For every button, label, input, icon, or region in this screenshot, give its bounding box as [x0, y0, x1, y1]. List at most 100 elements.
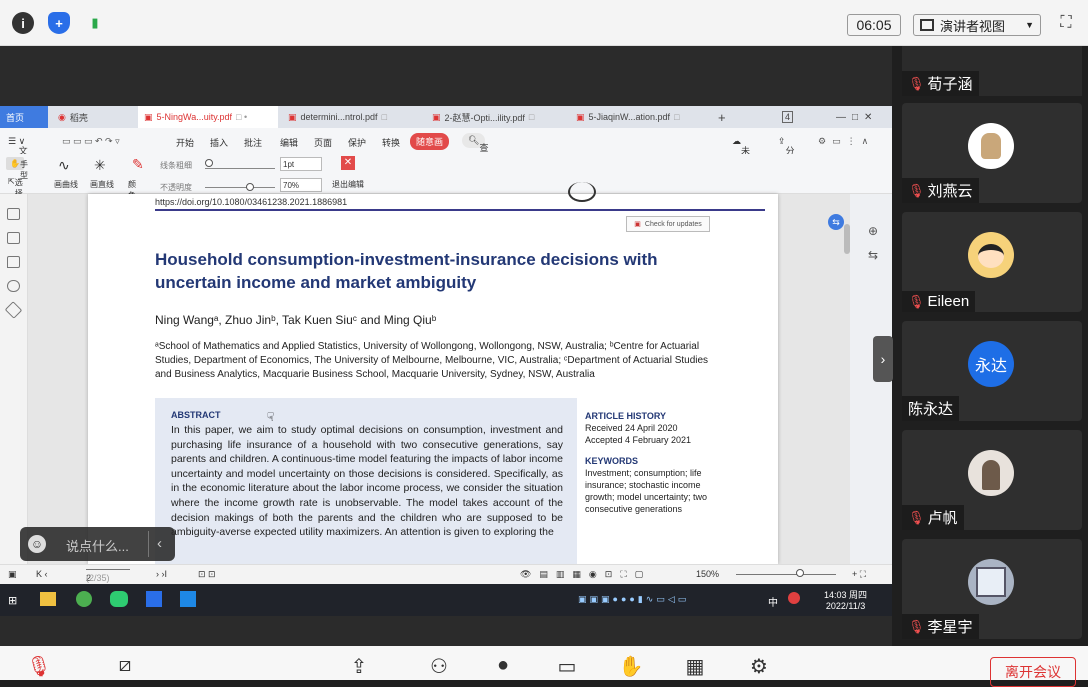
- signature-icon[interactable]: [4, 301, 23, 319]
- mic-off-icon[interactable]: 🎙︎: [26, 654, 52, 680]
- keywords-heading: KEYWORDS: [585, 456, 639, 466]
- explorer-icon[interactable]: [40, 592, 56, 606]
- zoom-in-icon[interactable]: + ⛶: [852, 569, 866, 580]
- tab-pdf-1[interactable]: ▣ 5-NingWa...uity.pdf □ •: [138, 106, 278, 128]
- menu-file[interactable]: ☰ 文件 ∨: [8, 136, 28, 169]
- translate-icon[interactable]: ⇆: [828, 214, 844, 230]
- info-icon[interactable]: i: [12, 12, 34, 34]
- wps-icon[interactable]: [146, 591, 162, 607]
- participant-tile[interactable]: 🎙︎ 荀子涵: [902, 46, 1082, 96]
- participants-icon[interactable]: ●: [490, 654, 516, 680]
- participant-tile[interactable]: 🎙︎ 李星宇: [902, 539, 1082, 639]
- color-tool[interactable]: 颜色·: [128, 179, 136, 200]
- attachment-icon[interactable]: [7, 280, 20, 292]
- doi-link[interactable]: https://doi.org/10.1080/03461238.2021.18…: [155, 197, 347, 207]
- hand-tool[interactable]: ✋ 手型: [6, 157, 28, 180]
- opacity-value[interactable]: 70%: [280, 178, 322, 192]
- translate-side-icon[interactable]: ⇆: [868, 248, 878, 262]
- menu-start[interactable]: 开始: [176, 136, 194, 149]
- signal-icon[interactable]: ▮: [84, 12, 106, 34]
- tab-pdf-3[interactable]: ▣ 2-赵慧-Opti...ility.pdf □: [426, 106, 566, 128]
- chat-icon[interactable]: ▭: [554, 654, 580, 680]
- exit-edit-button[interactable]: 退出编辑: [332, 179, 364, 190]
- chat-input[interactable]: ☺ 说点什么... ‹: [20, 527, 175, 561]
- tab-docer[interactable]: ◉ 稻壳: [52, 106, 94, 128]
- participant-tile[interactable]: 🎙︎ 刘燕云: [902, 103, 1082, 203]
- slider-knob[interactable]: [796, 569, 804, 577]
- thumbnail-icon[interactable]: [7, 232, 20, 244]
- more-tools[interactable]: ⚙▭⋮∧: [818, 136, 874, 147]
- tab-home[interactable]: 首页: [0, 106, 48, 128]
- participant-tile[interactable]: 永达 陈永达: [902, 321, 1082, 421]
- fullscreen-icon[interactable]: ⛶: [1055, 14, 1077, 36]
- abstract-heading: ABSTRACT: [171, 410, 221, 420]
- view-mode-select[interactable]: 演讲者视图 ▼: [913, 14, 1041, 36]
- menu-page[interactable]: 页面: [314, 136, 332, 149]
- menu-convert[interactable]: 转换: [382, 136, 400, 149]
- search-button[interactable]: 🔍︎ 查找: [462, 133, 488, 166]
- invite-icon[interactable]: ⚇: [426, 654, 452, 680]
- browser-icon[interactable]: [76, 591, 92, 607]
- participant-name: 🎙︎ 荀子涵: [902, 71, 979, 96]
- zoom-level[interactable]: 150%: [696, 569, 719, 579]
- menu-insert[interactable]: 插入: [210, 136, 228, 149]
- meeting-app-icon[interactable]: [180, 591, 196, 607]
- share-screen-icon[interactable]: ⇪: [346, 654, 372, 680]
- participant-name: 🎙︎ 李星宇: [902, 614, 979, 639]
- avatar: [968, 559, 1014, 605]
- slider-knob[interactable]: [246, 183, 254, 191]
- ime-indicator[interactable]: 中: [768, 594, 778, 609]
- thickness-value[interactable]: 1pt: [280, 157, 322, 171]
- participant-tile[interactable]: 🎙︎ Eileen: [902, 212, 1082, 312]
- close-icon[interactable]: ✕: [341, 156, 355, 170]
- quick-tools[interactable]: ▭ ▭ ▭ ↶ ↷ ▿: [62, 136, 120, 147]
- slider-knob[interactable]: [205, 159, 213, 167]
- collapse-panel-button[interactable]: ›: [873, 336, 893, 382]
- camera-off-icon[interactable]: ⧄: [112, 654, 138, 680]
- participant-name: 🎙︎ 刘燕云: [902, 178, 979, 203]
- comment-icon[interactable]: [7, 256, 20, 268]
- raise-hand-icon[interactable]: ✋: [618, 654, 644, 680]
- start-icon[interactable]: ⊞: [8, 594, 17, 607]
- curve-tool[interactable]: 画曲线: [54, 179, 78, 190]
- new-tab-button[interactable]: +: [712, 106, 732, 128]
- page-input[interactable]: 2 (2/35): [86, 569, 130, 583]
- sync-status[interactable]: ☁ 未同步: [732, 136, 750, 182]
- menu-edit[interactable]: 编辑: [280, 136, 298, 149]
- next-page-icon[interactable]: › ›I: [156, 569, 167, 579]
- menu-annotate[interactable]: 批注: [244, 136, 262, 149]
- tab-pdf-2[interactable]: ▣ determini...ntrol.pdf □: [282, 106, 422, 128]
- chevron-left-icon[interactable]: ‹: [148, 531, 162, 557]
- bookmark-icon[interactable]: [7, 208, 20, 220]
- zoom-slider[interactable]: [736, 574, 836, 575]
- leave-meeting-button[interactable]: 离开会议: [990, 657, 1076, 687]
- select-tool[interactable]: ⇱ 选择: [8, 177, 23, 198]
- tab-count[interactable]: 4: [776, 106, 799, 128]
- view-mode-icons[interactable]: 👁︎▤▥▦◉⊡⛶▢: [520, 569, 651, 580]
- clock-date: 2022/11/3: [825, 601, 866, 611]
- system-clock[interactable]: 14:03 周四 2022/11/3: [824, 590, 867, 612]
- apps-icon[interactable]: ▦: [682, 654, 708, 680]
- window-controls[interactable]: —□✕: [830, 106, 884, 128]
- tray-icons[interactable]: ▣▣▣●●●▮∿▭◁▭: [578, 594, 689, 605]
- sidebar-toggle-icon[interactable]: ▣: [8, 569, 17, 580]
- draw-mode-pill[interactable]: 随意画: [410, 133, 450, 150]
- tab-pdf-4[interactable]: ▣ 5-JiaqinW...ation.pdf □: [570, 106, 710, 128]
- first-page-icon[interactable]: K ‹: [36, 569, 48, 579]
- zoom-icon[interactable]: ⊕: [868, 224, 878, 238]
- participant-tile[interactable]: 🎙︎ 卢帆: [902, 430, 1082, 530]
- settings-icon[interactable]: ⚙: [746, 654, 772, 680]
- share-button[interactable]: ⇪ 分享: [778, 136, 795, 169]
- opacity-slider[interactable]: [205, 180, 275, 188]
- menu-protect[interactable]: 保护: [348, 136, 366, 149]
- antivirus-icon[interactable]: [788, 592, 800, 604]
- shield-icon[interactable]: +: [48, 12, 70, 34]
- thickness-slider[interactable]: [205, 159, 275, 169]
- line-tool[interactable]: 画直线: [90, 179, 114, 190]
- check-updates-button[interactable]: ▣ Check for updates: [626, 216, 710, 232]
- wechat-icon[interactable]: [110, 591, 128, 607]
- history-heading: ARTICLE HISTORY: [585, 411, 667, 421]
- fit-icons[interactable]: ⊡ ⊡: [198, 569, 216, 580]
- emoji-icon[interactable]: ☺: [28, 535, 46, 553]
- curve-icon: ∿: [58, 157, 70, 173]
